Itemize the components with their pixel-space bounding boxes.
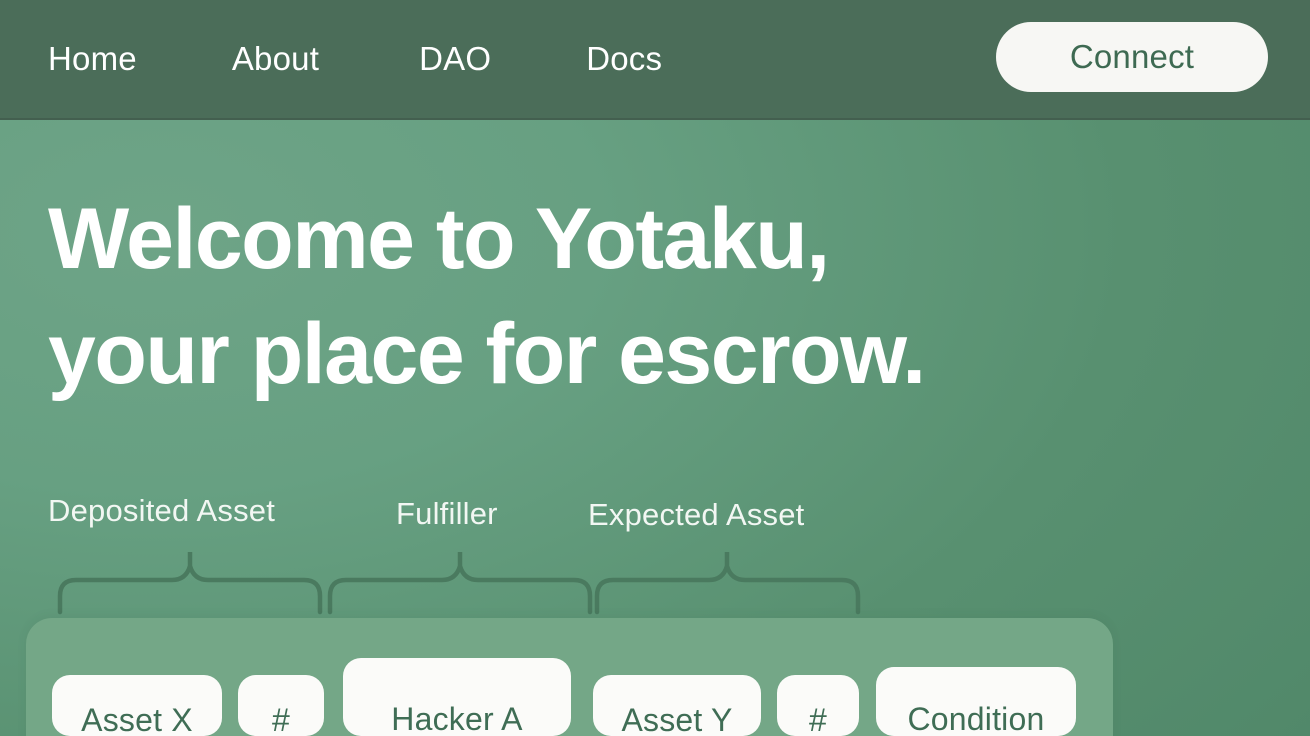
chip-expected-asset-amount[interactable]: # — [777, 675, 859, 736]
chip-fulfiller-name[interactable]: Hacker A — [343, 658, 571, 736]
chip-label: # — [272, 701, 290, 736]
chip-label: Hacker A — [391, 701, 523, 736]
nav-link-home[interactable]: Home — [48, 40, 137, 78]
nav-link-about[interactable]: About — [232, 40, 319, 78]
chip-label: Asset X — [81, 701, 193, 736]
escrow-brace-group — [0, 540, 1310, 620]
connect-wallet-button[interactable]: Connect — [996, 22, 1268, 92]
chip-condition[interactable]: Condition — [876, 667, 1076, 736]
chip-deposited-asset-amount[interactable]: # — [238, 675, 324, 736]
brace-fulfiller — [327, 552, 593, 615]
nav-link-dao[interactable]: DAO — [419, 40, 491, 78]
chip-label: # — [809, 701, 827, 736]
nav-link-docs[interactable]: Docs — [586, 40, 662, 78]
chip-expected-asset-name[interactable]: Asset Y — [593, 675, 761, 736]
top-navigation-bar: Home About DAO Docs Connect — [0, 0, 1310, 120]
hero-headline-line-2: your place for escrow. — [48, 306, 926, 402]
chip-label: Condition — [907, 700, 1045, 736]
chip-label: Asset Y — [621, 701, 733, 736]
chip-deposited-asset-name[interactable]: Asset X — [52, 675, 222, 736]
brace-svg-canvas — [57, 552, 861, 615]
page-root: Home About DAO Docs Connect Welcome to Y… — [0, 0, 1310, 736]
nav-links-list: Home About DAO Docs — [0, 40, 662, 78]
hero-headline: Welcome to Yotaku, your place for escrow… — [48, 182, 1098, 412]
hero-headline-line-1: Welcome to Yotaku, — [48, 191, 830, 287]
brace-expected-asset — [594, 552, 861, 615]
brace-deposited-asset — [57, 552, 323, 615]
